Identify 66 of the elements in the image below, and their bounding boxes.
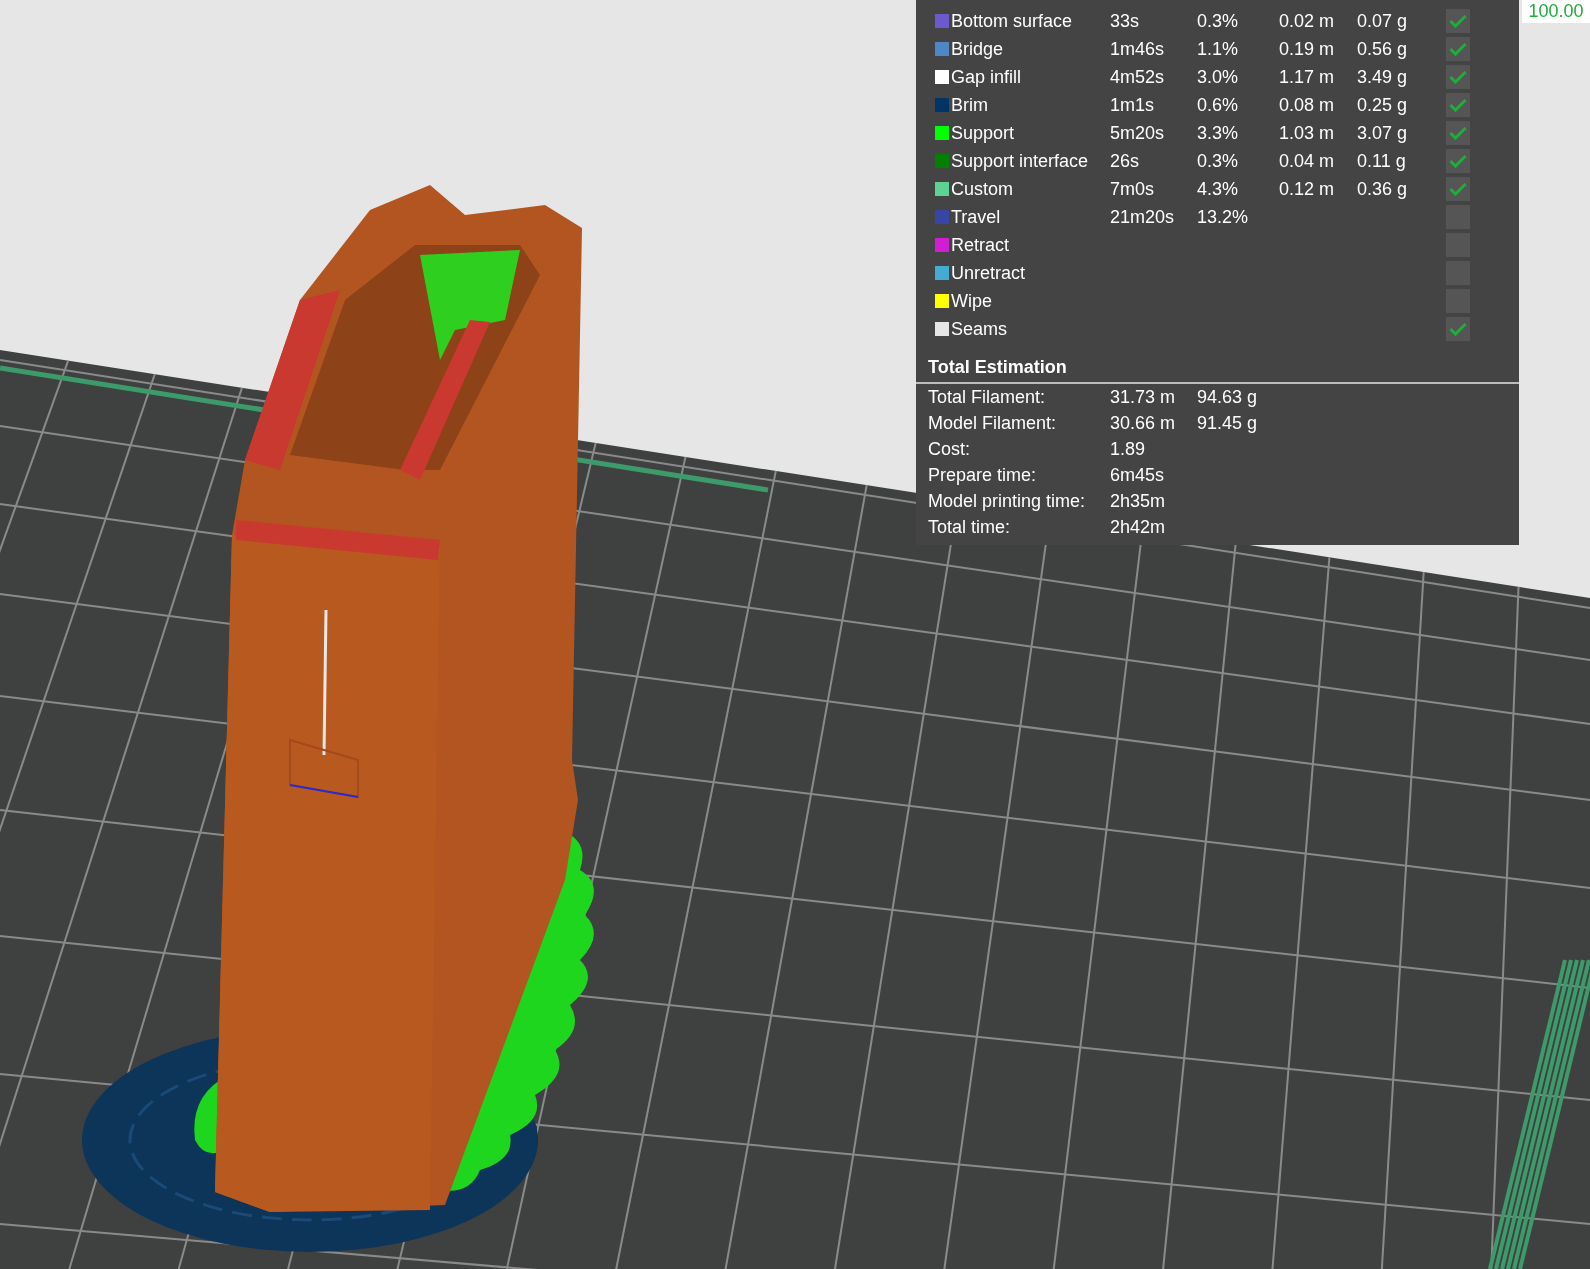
feature-name: Retract <box>951 234 1011 256</box>
estimate-value: 30.66 m <box>1110 412 1177 434</box>
feature-weight: 0.36 g <box>1357 178 1409 200</box>
feature-percent: 3.0% <box>1197 66 1240 88</box>
feature-percent: 0.3% <box>1197 150 1240 172</box>
visibility-checkbox[interactable] <box>1446 93 1470 117</box>
feature-time: 33s <box>1110 10 1141 32</box>
feature-percent: 13.2% <box>1197 206 1250 228</box>
estimate-label: Model Filament: <box>928 412 1058 434</box>
estimate-value: 1.89 <box>1110 438 1147 460</box>
feature-length: 0.12 m <box>1279 178 1336 200</box>
visibility-checkbox[interactable] <box>1446 9 1470 33</box>
feature-weight: 0.07 g <box>1357 10 1409 32</box>
section-title: Total Estimation <box>928 356 1067 379</box>
feature-name: Support interface <box>951 150 1090 172</box>
feature-time: 5m20s <box>1110 122 1166 144</box>
feature-length: 0.08 m <box>1279 94 1336 116</box>
estimate-label: Model printing time: <box>928 490 1087 512</box>
estimate-label: Prepare time: <box>928 464 1038 486</box>
feature-length: 1.03 m <box>1279 122 1336 144</box>
visibility-checkbox[interactable] <box>1446 65 1470 89</box>
visibility-checkbox[interactable] <box>1446 37 1470 61</box>
feature-length: 0.02 m <box>1279 10 1336 32</box>
visibility-checkbox[interactable] <box>1446 121 1470 145</box>
feature-time: 1m46s <box>1110 38 1166 60</box>
feature-percent: 3.3% <box>1197 122 1240 144</box>
feature-time: 21m20s <box>1110 206 1176 228</box>
feature-name: Gap infill <box>951 66 1023 88</box>
feature-name: Brim <box>951 94 989 116</box>
feature-name: Bridge <box>951 38 1005 60</box>
estimate-value: 6m45s <box>1110 464 1166 486</box>
feature-name: Seams <box>951 318 1009 340</box>
feature-time: 7m0s <box>1110 178 1155 200</box>
feature-weight: 3.07 g <box>1357 122 1409 144</box>
feature-weight: 3.49 g <box>1357 66 1409 88</box>
feature-time: 26s <box>1110 150 1141 172</box>
feature-time: 1m1s <box>1110 94 1155 116</box>
feature-time: 4m52s <box>1110 66 1166 88</box>
feature-weight: 0.11 g <box>1357 150 1407 172</box>
estimate-value: 94.63 g <box>1197 386 1259 408</box>
slider-value: 100.00 <box>1522 0 1590 23</box>
feature-weight: 0.56 g <box>1357 38 1409 60</box>
feature-weight: 0.25 g <box>1357 94 1409 116</box>
feature-name: Wipe <box>951 290 993 312</box>
feature-percent: 1.1% <box>1197 38 1240 60</box>
feature-length: 0.19 m <box>1279 38 1336 60</box>
estimate-value: 2h42m <box>1110 516 1167 538</box>
visibility-checkbox[interactable] <box>1446 317 1470 341</box>
feature-length: 0.04 m <box>1279 150 1336 172</box>
estimate-value: 31.73 m <box>1110 386 1177 408</box>
estimate-label: Total Filament: <box>928 386 1047 408</box>
feature-name: Travel <box>951 206 1002 228</box>
feature-name: Bottom surface <box>951 10 1074 32</box>
estimate-label: Cost: <box>928 438 971 460</box>
feature-name: Unretract <box>951 262 1027 284</box>
estimate-value: 91.45 g <box>1197 412 1259 434</box>
estimate-value: 2h35m <box>1110 490 1167 512</box>
visibility-checkbox[interactable] <box>1446 149 1470 173</box>
feature-percent: 0.6% <box>1197 94 1240 116</box>
feature-percent: 0.3% <box>1197 10 1240 32</box>
feature-name: Custom <box>951 178 1014 200</box>
feature-name: Support <box>951 122 1016 144</box>
feature-percent: 4.3% <box>1197 178 1240 200</box>
feature-length: 1.17 m <box>1279 66 1336 88</box>
visibility-checkbox[interactable] <box>1446 177 1470 201</box>
estimate-label: Total time: <box>928 516 1012 538</box>
